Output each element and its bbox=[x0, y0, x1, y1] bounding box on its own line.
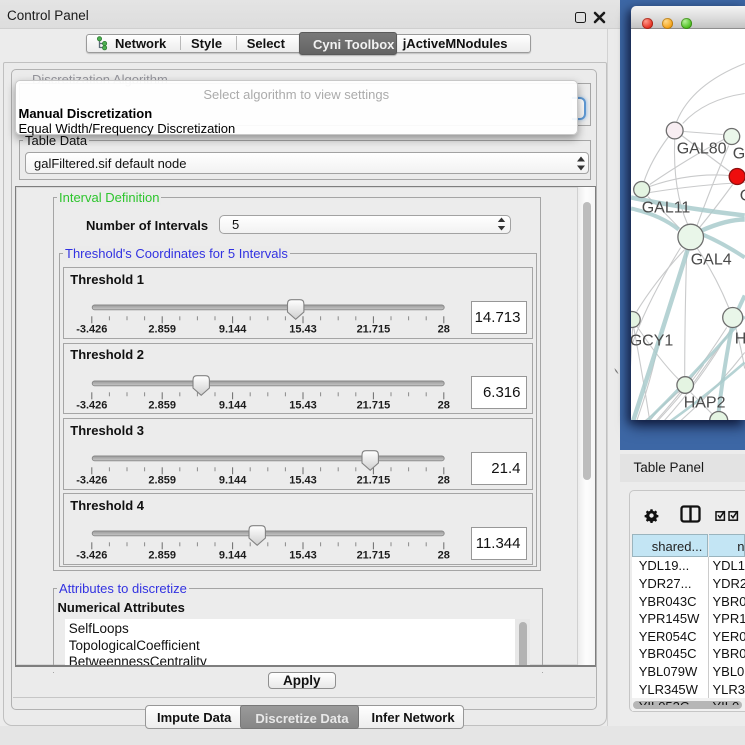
svg-text:28: 28 bbox=[437, 324, 449, 336]
svg-text:GAL4: GAL4 bbox=[691, 251, 732, 268]
svg-text:H: H bbox=[735, 330, 745, 347]
svg-text:C: C bbox=[740, 187, 745, 204]
svg-text:9.144: 9.144 bbox=[219, 399, 247, 411]
svg-text:15.43: 15.43 bbox=[289, 475, 317, 487]
svg-text:2.859: 2.859 bbox=[148, 550, 176, 562]
svg-text:15.43: 15.43 bbox=[289, 324, 317, 336]
svg-text:-3.426: -3.426 bbox=[76, 324, 107, 336]
svg-text:28: 28 bbox=[437, 550, 449, 562]
svg-text:28: 28 bbox=[437, 399, 449, 411]
svg-text:2.859: 2.859 bbox=[148, 475, 176, 487]
svg-text:21.715: 21.715 bbox=[356, 399, 390, 411]
svg-text:-3.426: -3.426 bbox=[76, 550, 107, 562]
svg-text:15.43: 15.43 bbox=[289, 550, 317, 562]
svg-text:GAL11: GAL11 bbox=[642, 199, 691, 216]
svg-text:21.715: 21.715 bbox=[356, 324, 390, 336]
svg-text:-3.426: -3.426 bbox=[76, 475, 107, 487]
svg-text:9.144: 9.144 bbox=[219, 550, 247, 562]
svg-text:15.43: 15.43 bbox=[289, 399, 317, 411]
svg-text:9.144: 9.144 bbox=[219, 475, 247, 487]
svg-text:2.859: 2.859 bbox=[148, 399, 176, 411]
svg-text:9.144: 9.144 bbox=[219, 324, 247, 336]
svg-text:2.859: 2.859 bbox=[148, 324, 176, 336]
svg-text:28: 28 bbox=[437, 475, 449, 487]
svg-text:21.715: 21.715 bbox=[356, 550, 390, 562]
svg-text:GAL80: GAL80 bbox=[677, 140, 727, 157]
svg-text:-3.426: -3.426 bbox=[76, 399, 107, 411]
svg-text:GCY1: GCY1 bbox=[631, 332, 673, 349]
svg-text:GA: GA bbox=[733, 145, 745, 162]
svg-text:21.715: 21.715 bbox=[356, 475, 390, 487]
svg-text:HAP2: HAP2 bbox=[684, 394, 726, 411]
